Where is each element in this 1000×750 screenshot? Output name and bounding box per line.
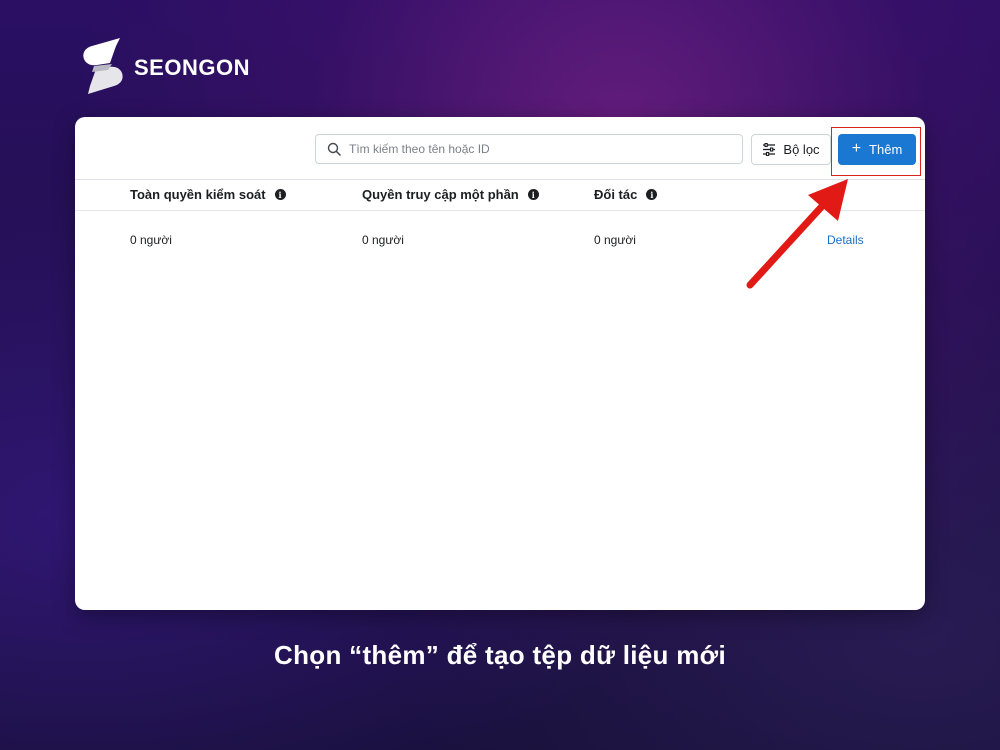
add-button-label: Thêm xyxy=(869,142,903,157)
column-header-partial-access: Quyền truy cập một phần i xyxy=(362,187,539,202)
add-button[interactable]: + Thêm xyxy=(838,134,916,165)
toolbar: Bộ lọc + Thêm xyxy=(75,117,925,180)
info-icon[interactable]: i xyxy=(646,189,658,200)
column-header-label: Toàn quyền kiểm soát xyxy=(130,187,266,202)
brand-name: SEONGON xyxy=(134,55,250,80)
info-icon[interactable]: i xyxy=(527,189,539,200)
filter-button-label: Bộ lọc xyxy=(783,142,820,157)
column-header-label: Quyền truy cập một phần xyxy=(362,187,519,202)
column-header-label: Đối tác xyxy=(594,187,638,202)
brand-logo-group: SEONGON xyxy=(80,36,250,96)
column-header-full-control: Toàn quyền kiểm soát i xyxy=(130,187,286,202)
plus-icon: + xyxy=(851,140,862,157)
search-box[interactable] xyxy=(315,134,743,164)
column-header-partners: Đối tác i xyxy=(594,187,658,202)
seongon-logo-icon xyxy=(83,38,123,94)
table-cell-partial-access: 0 người xyxy=(362,233,404,247)
info-icon[interactable]: i xyxy=(274,189,286,200)
caption-text: Chọn “thêm” để tạo tệp dữ liệu mới xyxy=(274,640,726,670)
search-input[interactable] xyxy=(349,142,729,156)
table-cell-partners: 0 người xyxy=(594,233,636,247)
sliders-icon xyxy=(763,143,776,156)
red-arrow-annotation-icon xyxy=(746,179,848,289)
filter-button[interactable]: Bộ lọc xyxy=(751,134,831,165)
search-icon xyxy=(327,142,341,156)
table-cell-full-control: 0 người xyxy=(130,233,172,247)
